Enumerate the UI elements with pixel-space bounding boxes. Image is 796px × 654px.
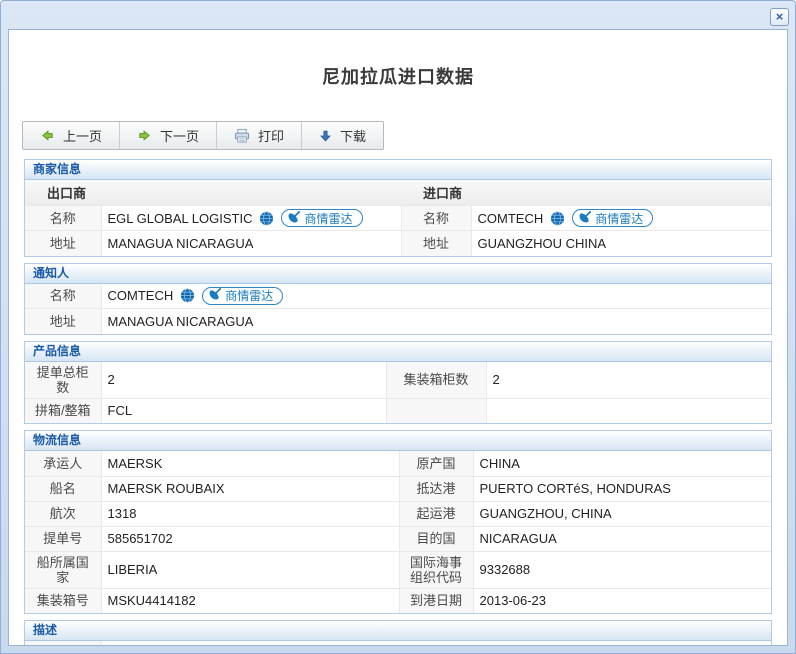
field-label: 起运港: [399, 501, 473, 526]
field-value: PUERTO CORTéS, HONDURAS: [473, 476, 771, 501]
field-value: MAERSK ROUBAIX: [101, 476, 399, 501]
print-button[interactable]: 打印: [217, 122, 302, 149]
field-label: 地址: [25, 231, 101, 256]
field-value: 2: [101, 362, 386, 399]
field-value: FCL: [101, 398, 386, 423]
field-label: 产品描述: [25, 641, 101, 646]
field-label: 集装箱柜数: [386, 362, 486, 399]
download-button[interactable]: 下载: [302, 122, 383, 149]
satellite-dish-icon: [209, 288, 221, 303]
radar-button[interactable]: 商情雷达: [572, 209, 653, 227]
notify-table: 名称 COMTECH 商情雷达 地址 MAN: [25, 284, 771, 334]
field-value: [486, 398, 771, 423]
section-product-header: 产品信息: [25, 342, 771, 362]
section-merchant-header: 商家信息: [25, 160, 771, 180]
blue-arrow-down-icon: [319, 129, 332, 143]
field-label: 名称: [401, 206, 471, 231]
satellite-dish-icon: [288, 211, 300, 226]
importer-subheader: 进口商: [401, 180, 771, 206]
field-value: 9332688: [473, 551, 771, 588]
field-label: 提单号: [25, 526, 101, 551]
page-title: 尼加拉瓜进口数据: [9, 63, 787, 89]
notify-address: MANAGUA NICARAGUA: [101, 309, 771, 334]
print-label: 打印: [258, 126, 284, 145]
next-page-label: 下一页: [160, 126, 199, 145]
prev-page-label: 上一页: [63, 126, 102, 145]
green-arrow-left-icon: [40, 128, 55, 143]
field-value: MAERSK: [101, 451, 399, 476]
field-label: 船名: [25, 476, 101, 501]
merchant-table: 出口商 进口商 名称 EGL GLOBAL LOGISTIC 商情雷达: [25, 180, 771, 256]
field-label: 提单总柜数: [25, 362, 101, 399]
exporter-name: EGL GLOBAL LOGISTIC: [108, 211, 253, 226]
radar-button[interactable]: 商情雷达: [281, 209, 362, 227]
field-label: 地址: [401, 231, 471, 256]
field-label: [386, 398, 486, 423]
section-notify-party: 通知人 名称 COMTECH 商情雷达: [24, 263, 772, 335]
section-product-info: 产品信息 提单总柜数 2 集装箱柜数 2 拼箱/整箱 FCL: [24, 341, 772, 425]
field-value: 2013-06-23: [473, 588, 771, 613]
field-value: 2: [486, 362, 771, 399]
globe-icon[interactable]: [259, 211, 274, 226]
printer-icon: [234, 128, 250, 143]
field-label: 航次: [25, 501, 101, 526]
field-label: 名称: [25, 284, 101, 309]
field-label: 到港日期: [399, 588, 473, 613]
globe-icon[interactable]: [550, 211, 565, 226]
importer-name-cell: COMTECH 商情雷达: [471, 206, 771, 231]
field-label: 集装箱号: [25, 588, 101, 613]
product-table: 提单总柜数 2 集装箱柜数 2 拼箱/整箱 FCL: [25, 362, 771, 424]
field-value: MSKU4414182: [101, 588, 399, 613]
section-description-header: 描述: [25, 621, 771, 641]
modal-window: × 尼加拉瓜进口数据 上一页 下一页 打印 下载 商家信息: [0, 0, 796, 654]
window-titlebar: ×: [1, 1, 795, 29]
toolbar: 上一页 下一页 打印 下载: [22, 121, 384, 150]
field-label: 承运人: [25, 451, 101, 476]
field-label: 国际海事组织代码: [399, 551, 473, 588]
section-merchant-info: 商家信息 出口商 进口商 名称 EGL GLOBAL LOGISTIC: [24, 159, 772, 257]
field-value: GUANGZHOU, CHINA: [473, 501, 771, 526]
field-value: CHINA: [473, 451, 771, 476]
notify-name: COMTECH: [108, 288, 174, 303]
download-label: 下载: [340, 126, 366, 145]
next-page-button[interactable]: 下一页: [120, 122, 217, 149]
radar-label: 商情雷达: [304, 210, 352, 227]
section-description: 描述 产品描述 SISTEMAS DE PODER: [24, 620, 772, 646]
close-icon[interactable]: ×: [770, 8, 789, 26]
notify-name-cell: COMTECH 商情雷达: [101, 284, 771, 309]
importer-address: GUANGZHOU CHINA: [471, 231, 771, 256]
field-label: 原产国: [399, 451, 473, 476]
radar-button[interactable]: 商情雷达: [202, 287, 283, 305]
field-label: 抵达港: [399, 476, 473, 501]
exporter-name-cell: EGL GLOBAL LOGISTIC 商情雷达: [101, 206, 401, 231]
satellite-dish-icon: [579, 211, 591, 226]
exporter-subheader: 出口商: [25, 180, 401, 206]
product-description-value: SISTEMAS DE PODER: [101, 641, 771, 646]
exporter-address: MANAGUA NICARAGUA: [101, 231, 401, 256]
section-notify-header: 通知人: [25, 264, 771, 284]
field-label: 名称: [25, 206, 101, 231]
field-label: 目的国: [399, 526, 473, 551]
description-table: 产品描述 SISTEMAS DE PODER: [25, 641, 771, 646]
prev-page-button[interactable]: 上一页: [23, 122, 120, 149]
green-arrow-right-icon: [137, 128, 152, 143]
field-label: 船所属国家: [25, 551, 101, 588]
radar-label: 商情雷达: [225, 287, 273, 304]
field-value: NICARAGUA: [473, 526, 771, 551]
field-value: 585651702: [101, 526, 399, 551]
content-panel: 尼加拉瓜进口数据 上一页 下一页 打印 下载 商家信息: [8, 29, 788, 646]
field-value: 1318: [101, 501, 399, 526]
radar-label: 商情雷达: [595, 210, 643, 227]
section-logistics-info: 物流信息 承运人 MAERSK 原产国 CHINA 船名 MAERSK ROUB…: [24, 430, 772, 614]
section-logistics-header: 物流信息: [25, 431, 771, 451]
field-label: 地址: [25, 309, 101, 334]
field-label: 拼箱/整箱: [25, 398, 101, 423]
field-value: LIBERIA: [101, 551, 399, 588]
importer-name: COMTECH: [478, 211, 544, 226]
globe-icon[interactable]: [180, 288, 195, 303]
logistics-table: 承运人 MAERSK 原产国 CHINA 船名 MAERSK ROUBAIX 抵…: [25, 451, 771, 613]
